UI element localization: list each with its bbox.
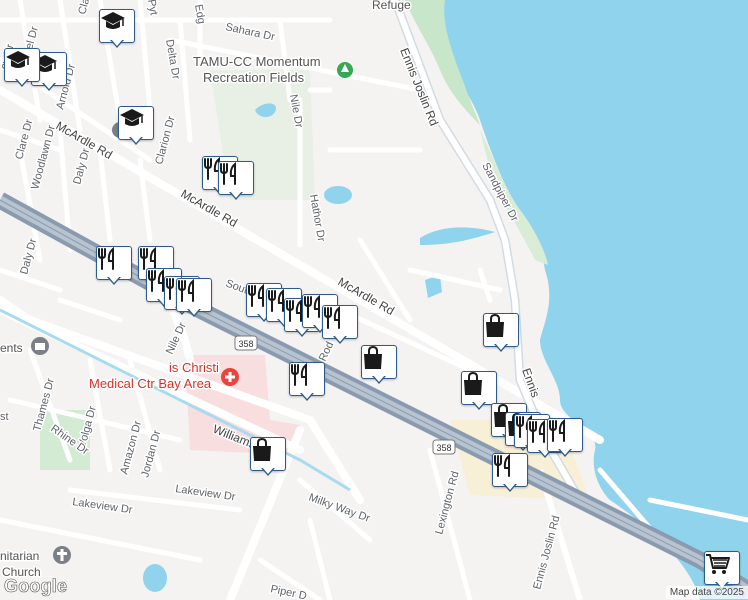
marker-pointer	[110, 39, 124, 48]
marker-pointer	[107, 276, 121, 285]
restaurant-marker[interactable]	[176, 278, 212, 318]
refuge-label: Refuge	[372, 0, 411, 12]
map-view[interactable]: 358 358 Refuge TAMU-CC Momentum Recreati…	[0, 0, 748, 600]
map-base-layer: 358 358 Refuge TAMU-CC Momentum Recreati…	[0, 0, 748, 600]
street-label-clare-top: Clare Dr	[76, 0, 98, 16]
restaurant-icon	[547, 418, 583, 452]
street-label-daly-left: Daly Dr	[18, 237, 39, 276]
momentum-label-2: Recreation Fields	[203, 70, 305, 85]
marker-pointer	[42, 82, 56, 91]
street-label-delta: Delta Dr	[163, 38, 182, 80]
street-label-lakeview-left: Lakeview Dr	[72, 496, 134, 516]
svg-text:358: 358	[436, 443, 451, 453]
marker-pointer	[300, 392, 314, 401]
restaurant-marker[interactable]	[218, 161, 254, 201]
street-label-pyt: Pyt	[145, 0, 160, 16]
school-marker[interactable]	[99, 9, 135, 49]
restaurant-marker[interactable]	[96, 246, 132, 286]
school-icon	[118, 106, 154, 140]
google-logo: Google	[4, 576, 68, 597]
marker-pointer	[558, 448, 572, 457]
restaurant-icon	[492, 453, 528, 487]
pond	[324, 186, 352, 204]
street-label-daly-top: Daly Dr	[71, 147, 92, 186]
shopping-cart-icon	[704, 551, 740, 585]
restaurant-marker[interactable]	[289, 362, 325, 402]
street-label-ennis-bottom: Ennis Joslin Rd	[531, 514, 562, 590]
restaurant-marker[interactable]	[492, 453, 528, 493]
church-icon	[53, 546, 71, 564]
marker-pointer	[472, 401, 486, 410]
ents-label: ents	[0, 341, 23, 355]
street-label-lakeview-right: Lakeview Dr	[175, 483, 237, 503]
marker-pointer	[15, 78, 29, 87]
hospital-icon	[221, 368, 239, 386]
street-label-clarion: Clarion Dr	[153, 115, 177, 166]
shopping-marker[interactable]	[250, 437, 286, 477]
marker-pointer	[187, 308, 201, 317]
street-label-st: st	[0, 411, 9, 423]
shopping-bag-icon	[461, 371, 497, 405]
street-label-hathor: Hathor Dr	[307, 193, 327, 242]
shopping-marker[interactable]	[483, 313, 519, 353]
shopping-cart-marker[interactable]	[704, 551, 740, 591]
museum-icon	[31, 337, 49, 355]
restaurant-icon	[96, 246, 132, 280]
church-label-1: nitarian	[0, 549, 39, 563]
school-icon	[4, 48, 40, 82]
marker-pointer	[333, 335, 347, 344]
pond-2	[420, 227, 495, 245]
school-marker[interactable]	[4, 48, 40, 88]
shopping-bag-icon	[361, 345, 397, 379]
restaurant-icon	[322, 305, 358, 339]
restaurant-marker[interactable]	[547, 418, 583, 458]
restaurant-icon	[218, 161, 254, 195]
marker-pointer	[503, 483, 517, 492]
marker-pointer	[229, 191, 243, 200]
highway-shield: 358	[234, 335, 258, 351]
restaurant-icon	[176, 278, 212, 312]
restaurant-icon	[289, 362, 325, 396]
pond-4	[143, 564, 167, 592]
momentum-label-1: TAMU-CC Momentum	[193, 54, 321, 69]
street-label-woodlawn: Woodlawn Dr	[29, 124, 58, 191]
shopping-bag-icon	[483, 313, 519, 347]
shopping-marker[interactable]	[361, 345, 397, 385]
park-icon	[337, 62, 353, 78]
school-icon	[99, 9, 135, 43]
hospital-label-1: is Christi	[169, 360, 219, 375]
shopping-bag-icon	[250, 437, 286, 471]
marker-pointer	[261, 467, 275, 476]
school-marker[interactable]	[118, 106, 154, 146]
marker-pointer	[129, 136, 143, 145]
restaurant-marker[interactable]	[322, 305, 358, 345]
map-attribution[interactable]: Map data ©2025	[665, 586, 748, 599]
marker-pointer	[494, 343, 508, 352]
svg-text:358: 358	[238, 339, 253, 349]
street-label-sahara: Sahara Dr	[224, 21, 276, 43]
highway-shield: 358	[432, 439, 456, 455]
hospital-label-2: Medical Ctr Bay Area	[89, 376, 212, 391]
marker-pointer	[372, 375, 386, 384]
